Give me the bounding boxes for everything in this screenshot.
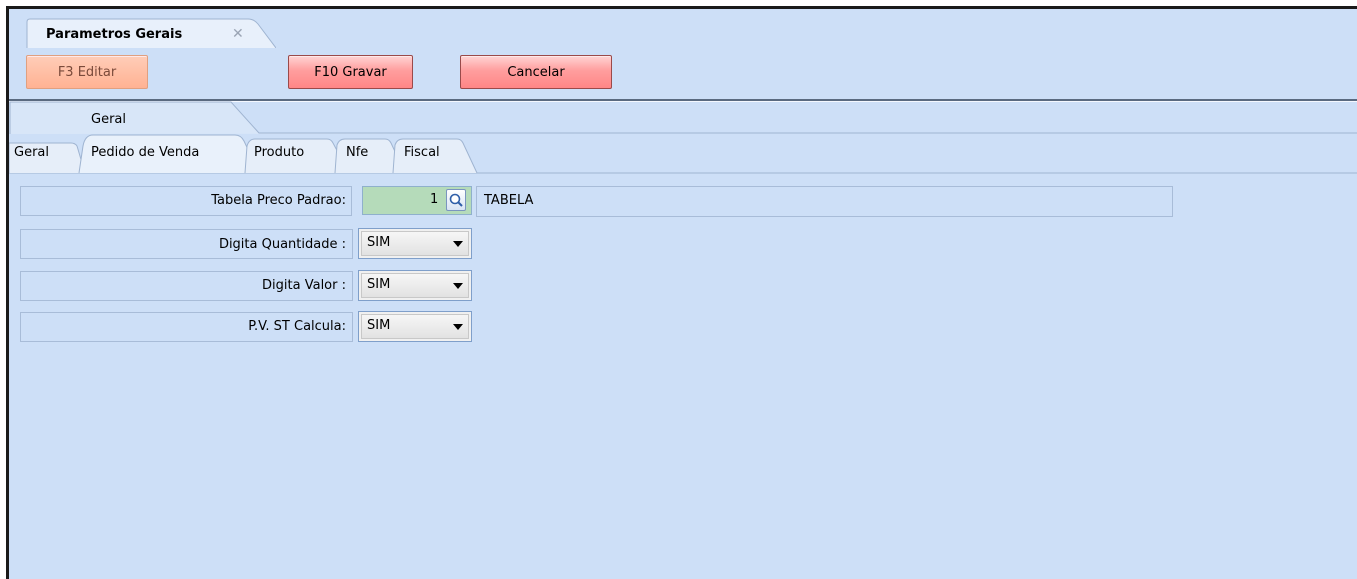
chevron-down-icon [453, 283, 463, 289]
magnifier-icon [449, 193, 463, 207]
select-value: SIM [367, 318, 391, 333]
digita-valor-label: Digita Valor : [262, 278, 346, 293]
select-value: SIM [367, 277, 391, 292]
tabela-preco-value: 1 [430, 192, 439, 207]
subtabs-shape [9, 134, 1357, 174]
group-tab-label[interactable]: Geral [91, 112, 126, 127]
pv-st-calcula-select[interactable]: SIM [358, 311, 472, 342]
pv-st-calcula-label: P.V. ST Calcula: [248, 319, 346, 334]
cancel-button[interactable]: Cancelar [460, 55, 612, 89]
tabela-description-box [476, 186, 1173, 217]
digita-valor-select[interactable]: SIM [358, 270, 472, 301]
edit-button[interactable]: F3 Editar [26, 55, 148, 89]
tabela-preco-label: Tabela Preco Padrao: [211, 193, 346, 208]
lookup-button[interactable] [446, 189, 466, 211]
chevron-down-icon [453, 241, 463, 247]
document-tab[interactable]: Parametros Gerais ✕ [26, 18, 276, 48]
tab-geral[interactable]: Geral [14, 145, 49, 160]
chevron-down-icon [453, 324, 463, 330]
tab-fiscal[interactable]: Fiscal [404, 145, 440, 160]
tab-produto[interactable]: Produto [254, 145, 304, 160]
tab-pedido-de-venda[interactable]: Pedido de Venda [91, 145, 199, 160]
document-tab-title: Parametros Gerais [46, 27, 183, 42]
close-icon[interactable]: ✕ [232, 26, 244, 42]
tabela-description: TABELA [484, 193, 534, 208]
tab-nfe[interactable]: Nfe [346, 145, 368, 160]
digita-quantidade-select[interactable]: SIM [358, 228, 472, 259]
select-value: SIM [367, 235, 391, 250]
digita-quantidade-label: Digita Quantidade : [218, 237, 346, 252]
save-button[interactable]: F10 Gravar [288, 55, 413, 89]
group-tab-shape [9, 101, 1357, 134]
